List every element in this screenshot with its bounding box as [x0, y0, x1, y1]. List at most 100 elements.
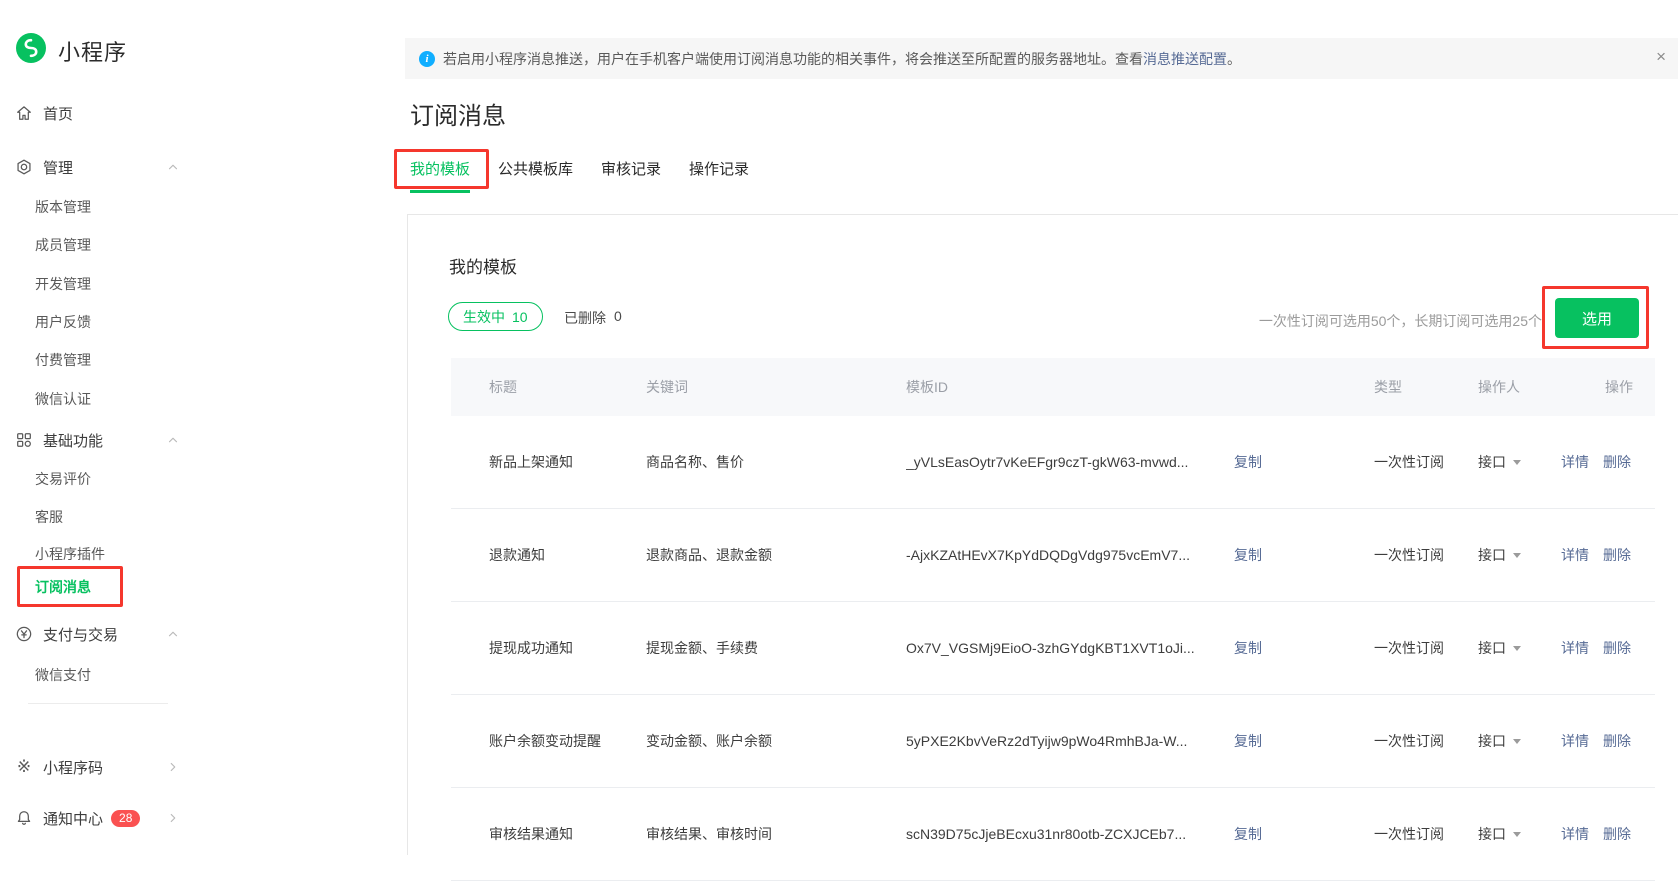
template-id-text: -AjxKZAtHEvX7KpYdDQDgVdg975vcEmV7... — [906, 547, 1234, 563]
banner-text: 若启用小程序消息推送，用户在手机客户端使用订阅消息功能的相关事件，将会推送至所配… — [443, 49, 1143, 69]
sidebar: 小程序 首页 管理 版本管理 成员管理 开发管理 用户反馈 付费管理 微信认证 … — [0, 0, 407, 855]
sidebar-item-home[interactable]: 首页 — [14, 102, 180, 124]
delete-link[interactable]: 删除 — [1603, 731, 1631, 751]
sidebar-item-transaction-review[interactable]: 交易评价 — [35, 469, 91, 489]
delete-link[interactable]: 删除 — [1603, 545, 1631, 565]
cell-keywords: 变动金额、账户余额 — [646, 731, 906, 751]
sidebar-item-wechat-verification[interactable]: 微信认证 — [35, 389, 91, 409]
sidebar-section-basic-functions[interactable]: 基础功能 — [14, 429, 180, 451]
sidebar-section-label: 管理 — [43, 157, 73, 178]
cell-type: 一次性订阅 — [1374, 638, 1478, 658]
detail-link[interactable]: 详情 — [1561, 545, 1589, 565]
cell-template-id: -AjxKZAtHEvX7KpYdDQDgVdg975vcEmV7... 复制 — [906, 545, 1374, 565]
sidebar-item-label: 首页 — [43, 103, 73, 124]
select-template-button[interactable]: 选用 — [1555, 298, 1639, 338]
column-header-title: 标题 — [451, 377, 646, 397]
chevron-down-icon — [1513, 553, 1521, 558]
cell-title: 审核结果通知 — [451, 824, 646, 844]
operator-dropdown[interactable]: 接口 — [1478, 638, 1561, 658]
tab-bar: 我的模板 公共模板库 审核记录 操作记录 — [410, 158, 749, 193]
copy-link[interactable]: 复制 — [1234, 731, 1262, 751]
chevron-right-icon — [166, 760, 180, 774]
tab-my-templates[interactable]: 我的模板 — [410, 158, 470, 193]
cell-template-id: Ox7V_VGSMj9EioO-3zhGYdgKBT1XVT1oJi... 复制 — [906, 638, 1374, 658]
operator-dropdown[interactable]: 接口 — [1478, 545, 1561, 565]
chevron-down-icon — [1513, 739, 1521, 744]
panel-heading: 我的模板 — [449, 253, 517, 278]
cell-title: 新品上架通知 — [451, 452, 646, 472]
column-header-template-id: 模板ID — [906, 377, 1374, 397]
sidebar-item-subscribe-message[interactable]: 订阅消息 — [35, 577, 91, 597]
detail-link[interactable]: 详情 — [1561, 638, 1589, 658]
app-title: 小程序 — [58, 35, 127, 67]
chevron-down-icon — [1513, 646, 1521, 651]
bell-icon — [14, 808, 34, 828]
template-id-text: scN39D75cJjeBEcxu31nr80otb-ZCXJCEb7... — [906, 826, 1234, 842]
app-logo: 小程序 — [16, 33, 127, 68]
copy-link[interactable]: 复制 — [1234, 638, 1262, 658]
blocks-icon — [14, 430, 34, 450]
copy-link[interactable]: 复制 — [1234, 452, 1262, 472]
column-header-type: 类型 — [1374, 377, 1478, 397]
sidebar-item-wechat-pay[interactable]: 微信支付 — [35, 665, 91, 685]
push-config-link[interactable]: 消息推送配置 — [1143, 49, 1227, 69]
template-id-text: 5yPXE2KbvVeRz2dTyijw9pWo4RmhBJa-W... — [906, 733, 1234, 749]
sidebar-divider — [28, 703, 168, 704]
cell-type: 一次性订阅 — [1374, 545, 1478, 565]
chevron-up-icon — [166, 160, 180, 174]
table-row: 新品上架通知 商品名称、售价 _yVLsEasOytr7vKeEFgr9czT-… — [451, 416, 1655, 509]
notification-badge: 28 — [111, 810, 140, 827]
table-header: 标题 关键词 模板ID 类型 操作人 操作 — [451, 358, 1655, 416]
detail-link[interactable]: 详情 — [1561, 452, 1589, 472]
cell-actions: 详情 删除 — [1561, 824, 1655, 844]
sidebar-item-notification-center[interactable]: 通知中心 28 — [14, 807, 180, 829]
operator-dropdown[interactable]: 接口 — [1478, 731, 1561, 751]
filter-deleted[interactable]: 已删除 0 — [564, 308, 622, 328]
sidebar-item-user-feedback[interactable]: 用户反馈 — [35, 312, 91, 332]
operator-label: 接口 — [1478, 638, 1506, 658]
copy-link[interactable]: 复制 — [1234, 545, 1262, 565]
sidebar-section-management[interactable]: 管理 — [14, 156, 180, 178]
operator-label: 接口 — [1478, 452, 1506, 472]
cell-type: 一次性订阅 — [1374, 824, 1478, 844]
sidebar-item-payment-management[interactable]: 付费管理 — [35, 350, 91, 370]
gear-icon — [14, 157, 34, 177]
sidebar-item-member-management[interactable]: 成员管理 — [35, 235, 91, 255]
tab-operation-records[interactable]: 操作记录 — [689, 158, 749, 193]
cell-template-id: 5yPXE2KbvVeRz2dTyijw9pWo4RmhBJa-W... 复制 — [906, 731, 1374, 751]
sidebar-item-customer-service[interactable]: 客服 — [35, 507, 63, 527]
sparkle-code-icon: ※ — [14, 757, 34, 777]
copy-link[interactable]: 复制 — [1234, 824, 1262, 844]
yen-circle-icon — [14, 624, 34, 644]
tab-review-records[interactable]: 审核记录 — [601, 158, 661, 193]
close-icon[interactable]: × — [1656, 48, 1666, 65]
table-row: 账户余额变动提醒 变动金额、账户余额 5yPXE2KbvVeRz2dTyijw9… — [451, 695, 1655, 788]
sidebar-item-version-management[interactable]: 版本管理 — [35, 197, 91, 217]
sidebar-section-label: 基础功能 — [43, 430, 103, 451]
tab-public-template-library[interactable]: 公共模板库 — [498, 158, 573, 193]
detail-link[interactable]: 详情 — [1561, 731, 1589, 751]
quota-hint: 一次性订阅可选用50个，长期订阅可选用25个 — [1259, 311, 1542, 331]
sidebar-item-dev-management[interactable]: 开发管理 — [35, 274, 91, 294]
operator-dropdown[interactable]: 接口 — [1478, 824, 1561, 844]
delete-link[interactable]: 删除 — [1603, 452, 1631, 472]
page-title: 订阅消息 — [410, 96, 506, 131]
filter-active-pill[interactable]: 生效中 10 — [448, 302, 543, 331]
sidebar-item-miniprogram-code[interactable]: ※ 小程序码 — [14, 756, 180, 778]
operator-dropdown[interactable]: 接口 — [1478, 452, 1561, 472]
detail-link[interactable]: 详情 — [1561, 824, 1589, 844]
delete-link[interactable]: 删除 — [1603, 824, 1631, 844]
cell-type: 一次性订阅 — [1374, 452, 1478, 472]
delete-link[interactable]: 删除 — [1603, 638, 1631, 658]
chevron-right-icon — [166, 811, 180, 825]
chevron-up-icon — [166, 627, 180, 641]
home-icon — [14, 103, 34, 123]
cell-template-id: scN39D75cJjeBEcxu31nr80otb-ZCXJCEb7... 复… — [906, 824, 1374, 844]
cell-keywords: 退款商品、退款金额 — [646, 545, 906, 565]
column-header-keywords: 关键词 — [646, 377, 906, 397]
sidebar-item-plugins[interactable]: 小程序插件 — [35, 544, 105, 564]
content-card: 我的模板 生效中 10 已删除 0 一次性订阅可选用50个，长期订阅可选用25个… — [407, 214, 1678, 855]
table-row: 退款通知 退款商品、退款金额 -AjxKZAtHEvX7KpYdDQDgVdg9… — [451, 509, 1655, 602]
filter-deleted-count: 0 — [614, 308, 622, 328]
sidebar-section-payment-trade[interactable]: 支付与交易 — [14, 623, 180, 645]
